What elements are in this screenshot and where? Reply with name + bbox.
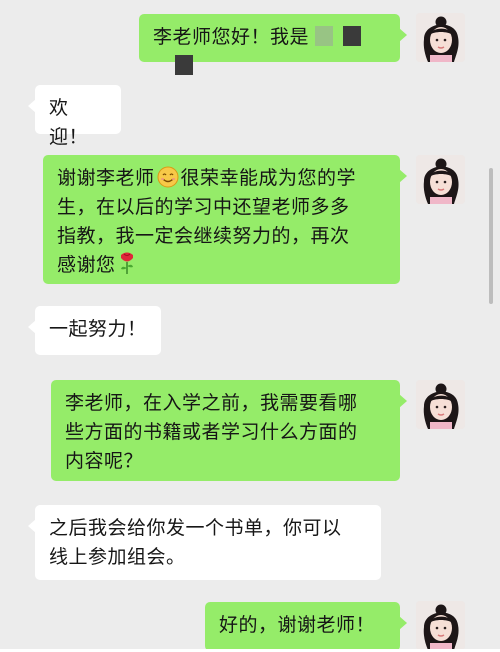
outgoing-message[interactable]: 好的，谢谢老师！ bbox=[205, 602, 407, 651]
user-avatar-image bbox=[416, 13, 465, 62]
user-avatar-image bbox=[416, 155, 465, 204]
user-avatar[interactable] bbox=[416, 380, 465, 429]
chat-scrollbar[interactable] bbox=[489, 168, 493, 304]
message-text: 感谢您 bbox=[57, 254, 116, 276]
chat-screen: 李老师您好！我是 欢迎！ 谢谢李老师 很荣幸能成为您的学 生，在以后的学习中还望… bbox=[0, 0, 500, 652]
user-avatar[interactable] bbox=[416, 155, 465, 204]
message-line: 指教，我一定会继续努力的，再次 bbox=[57, 225, 350, 247]
outgoing-message[interactable]: 李老师，在入学之前，我需要看哪 些方面的书籍或者学习什么方面的 内容呢？ bbox=[51, 380, 407, 481]
message-line: 线上参加组会。 bbox=[49, 546, 186, 568]
redacted-text bbox=[175, 55, 193, 75]
message-line: 生，在以后的学习中还望老师多多 bbox=[57, 196, 350, 218]
rose-emoji-icon bbox=[120, 252, 133, 274]
outgoing-message[interactable]: 谢谢李老师 很荣幸能成为您的学 生，在以后的学习中还望老师多多 指教，我一定会继… bbox=[43, 155, 407, 284]
message-line: 之后我会给你发一个书单，你可以 bbox=[49, 517, 342, 539]
incoming-message[interactable]: 一起努力！ bbox=[28, 306, 161, 355]
incoming-message[interactable]: 之后我会给你发一个书单，你可以 线上参加组会。 bbox=[28, 505, 381, 580]
user-avatar[interactable] bbox=[416, 13, 465, 62]
incoming-message[interactable]: 欢迎！ bbox=[28, 85, 121, 148]
message-line: 内容呢？ bbox=[65, 450, 144, 472]
message-text: 很荣幸能成为您的学 bbox=[180, 167, 357, 189]
user-avatar-image bbox=[416, 601, 465, 650]
message-line: 李老师，在入学之前，我需要看哪 bbox=[65, 392, 358, 414]
message-line: 些方面的书籍或者学习什么方面的 bbox=[65, 421, 358, 443]
message-text: 欢迎！ bbox=[49, 97, 89, 148]
redacted-text bbox=[315, 26, 334, 46]
message-line: 感谢您 bbox=[57, 251, 386, 280]
message-text: 谢谢李老师 bbox=[57, 167, 155, 189]
message-line: 谢谢李老师 很荣幸能成为您的学 bbox=[57, 164, 386, 193]
user-avatar-image bbox=[416, 380, 465, 429]
message-text: 好的，谢谢老师！ bbox=[219, 614, 376, 636]
user-avatar[interactable] bbox=[416, 601, 465, 650]
message-text: 一起努力！ bbox=[49, 318, 147, 340]
outgoing-message[interactable]: 李老师您好！我是 bbox=[139, 14, 407, 75]
message-text: 李老师您好！我是 bbox=[153, 26, 310, 48]
smile-emoji-icon bbox=[157, 166, 179, 188]
redacted-text bbox=[343, 26, 362, 46]
